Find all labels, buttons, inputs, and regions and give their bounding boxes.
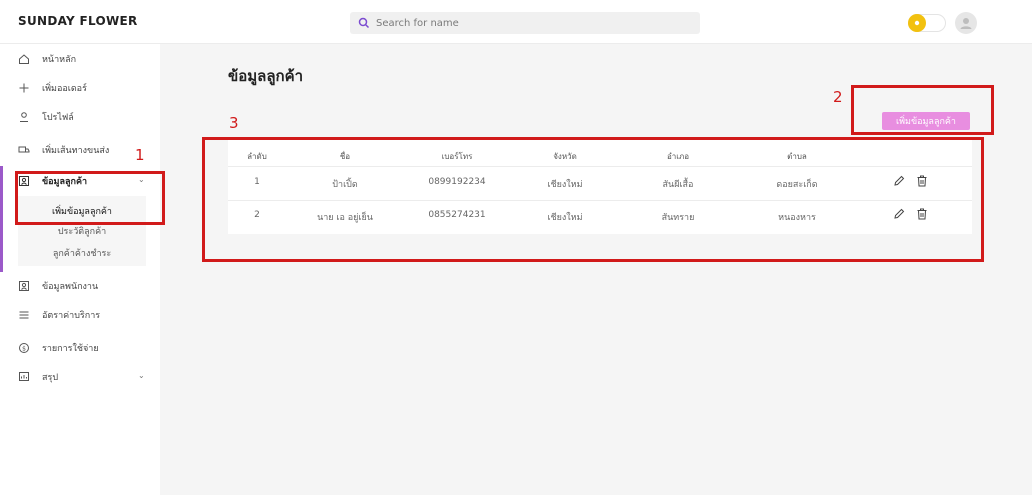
annotation-box-2 bbox=[851, 85, 994, 135]
sidebar-item-label: หน้าหลัก bbox=[42, 55, 77, 65]
sidebar-item-home[interactable]: หน้าหลัก bbox=[18, 50, 76, 68]
annotation-number-1: 1 bbox=[135, 146, 145, 164]
money-icon: $ bbox=[19, 343, 29, 353]
annotation-number-3: 3 bbox=[229, 114, 239, 132]
sidebar-item-label: สรุป bbox=[42, 373, 59, 383]
sidebar-item-profile[interactable]: โปรไฟล์ bbox=[18, 108, 74, 126]
sidebar-item-label: โปรไฟล์ bbox=[42, 113, 74, 123]
sidebar-item-add-order[interactable]: เพิ่มออเดอร์ bbox=[18, 79, 87, 97]
search-bar[interactable] bbox=[350, 12, 700, 34]
sidebar-item-rates[interactable]: อัตราค่าบริการ bbox=[18, 306, 100, 324]
plus-icon bbox=[19, 83, 29, 93]
brand-logo[interactable]: SUNDAY FLOWER bbox=[18, 14, 138, 28]
sidebar-item-add-route[interactable]: เพิ่มเส้นทางขนส่ง bbox=[18, 141, 109, 159]
page-title: ข้อมูลลูกค้า bbox=[228, 67, 304, 85]
sidebar-item-label: รายการใช้จ่าย bbox=[42, 344, 99, 354]
sidebar-item-label: อัตราค่าบริการ bbox=[42, 311, 101, 321]
top-bar: SUNDAY FLOWER bbox=[0, 0, 1032, 44]
sidebar-item-label: ข้อมูลพนักงาน bbox=[42, 282, 99, 292]
rates-icon bbox=[19, 311, 29, 319]
sidebar-item-summary[interactable]: สรุป bbox=[18, 368, 58, 386]
active-indicator bbox=[0, 166, 3, 272]
user-icon bbox=[20, 112, 28, 122]
sidebar-item-expenses[interactable]: $ รายการใช้จ่าย bbox=[18, 339, 99, 357]
report-icon bbox=[19, 372, 29, 381]
search-icon bbox=[358, 17, 370, 29]
chevron-down-icon[interactable]: ⌄ bbox=[138, 371, 145, 380]
sidebar-item-label: เพิ่มเส้นทางขนส่ง bbox=[42, 146, 110, 156]
home-icon bbox=[19, 54, 29, 64]
annotation-number-2: 2 bbox=[833, 88, 843, 106]
annotation-box-3 bbox=[202, 137, 984, 262]
svg-text:$: $ bbox=[22, 345, 26, 352]
submenu-customer-overdue[interactable]: ลูกค้าค้างชำระ bbox=[18, 246, 146, 260]
avatar[interactable] bbox=[955, 12, 977, 34]
submenu-customer-history[interactable]: ประวัติลูกค้า bbox=[18, 224, 146, 238]
user-avatar-icon bbox=[960, 18, 972, 29]
staff-icon bbox=[19, 281, 29, 291]
theme-toggle[interactable] bbox=[908, 14, 946, 32]
sidebar: หน้าหลัก เพิ่มออเดอร์ โปรไฟล์ เพิ่มเส้นท… bbox=[0, 44, 160, 495]
sidebar-item-staff[interactable]: ข้อมูลพนักงาน bbox=[18, 277, 98, 295]
truck-icon bbox=[18, 146, 30, 153]
search-input[interactable] bbox=[376, 17, 676, 29]
annotation-box-1 bbox=[15, 171, 165, 225]
sun-icon bbox=[908, 14, 926, 32]
sidebar-item-label: เพิ่มออเดอร์ bbox=[42, 84, 87, 94]
